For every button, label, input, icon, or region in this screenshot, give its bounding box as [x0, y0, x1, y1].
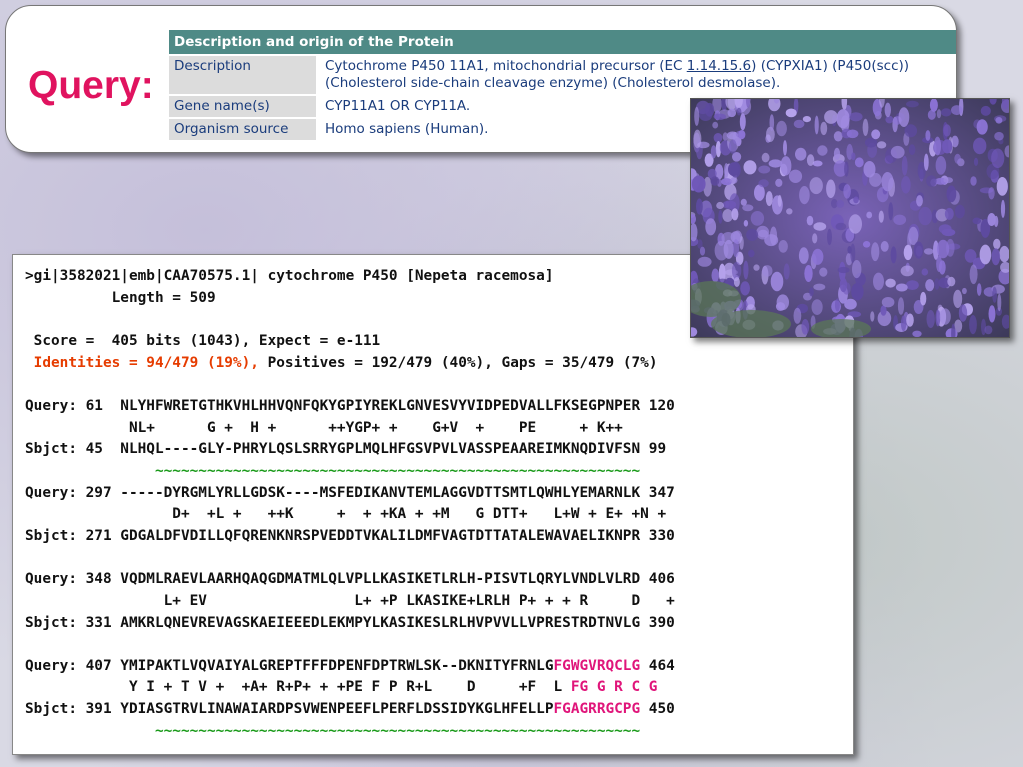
match-line: D+ +L + ++K + + +KA + +M G DTT+ L+W + E+… — [25, 506, 667, 523]
match-line: Y I + T V + +A+ R+P+ + +PE F P R+L D +F … — [25, 679, 658, 696]
table-row-description: Description Cytochrome P450 11A1, mitoch… — [169, 56, 956, 94]
flower-image — [691, 99, 1009, 337]
nepeta-flower-photo — [690, 98, 1010, 338]
heme-motif: FGWGVRQCLG — [553, 657, 641, 674]
alignment-identities: Identities = 94/479 (19%), — [25, 354, 259, 371]
alignment-text: >gi|3582021|emb|CAA70575.1| cytochrome P… — [25, 266, 675, 742]
query-line: Query: 61 NLYHFWRETGTHKVHLHHVQNFQKYGPIYR… — [25, 397, 675, 414]
subject-line: Sbjct: 271 GDGALDFVDILLQFQRENKNRSPVEDDTV… — [25, 527, 675, 544]
row-label: Description — [169, 56, 320, 94]
query-line: Query: 407 YMIPAKTLVQVAIYALGREPTFFFDPENF… — [25, 657, 675, 674]
alignment-score: Score = 405 bits (1043), Expect = e-111 — [25, 332, 381, 349]
description-value: Cytochrome P450 11A1, mitochondrial prec… — [320, 56, 956, 94]
alignment-positives: Positives = 192/479 (40%), Gaps = 35/479… — [258, 354, 658, 371]
ec-number-link[interactable]: 1.14.15.6 — [687, 58, 751, 74]
conserved-region-marker: ~~~~~~~~~~~~~~~~~~~~~~~~~~~~~~~~~~~~~~~~… — [25, 462, 641, 479]
alignment-length: Length = 509 — [25, 289, 216, 306]
alignment-header: >gi|3582021|emb|CAA70575.1| cytochrome P… — [25, 268, 554, 284]
subject-line: Sbjct: 331 AMKRLQNEVREVAGSKAEIEEEDLEKMPY… — [25, 614, 675, 631]
row-label: Gene name(s) — [169, 96, 320, 117]
table-header: Description and origin of the Protein — [169, 30, 956, 54]
subject-line: Sbjct: 45 NLHQL----GLY-PHRYLQSLSRRYGPLMQ… — [25, 441, 667, 458]
heme-motif: FGAGRRGCPG — [553, 701, 641, 718]
query-title: Query: — [28, 64, 154, 107]
match-line: L+ EV L+ +P LKASIKE+LRLH P+ + + R D + — [25, 592, 675, 609]
match-line: NL+ G + H + ++YGP+ + G+V + PE + K++ — [25, 419, 623, 436]
row-label: Organism source — [169, 119, 320, 140]
query-line: Query: 348 VQDMLRAEVLAARHQAQGDMATMLQLVPL… — [25, 571, 675, 588]
conserved-region-marker: ~~~~~~~~~~~~~~~~~~~~~~~~~~~~~~~~~~~~~~~~… — [25, 722, 641, 739]
heme-motif: FG G R C G — [570, 679, 658, 696]
query-line: Query: 297 -----DYRGMLYRLLGDSK----MSFEDI… — [25, 484, 675, 501]
subject-line: Sbjct: 391 YDIASGTRVLINAWAIARDPSVWENPEEF… — [25, 701, 675, 718]
